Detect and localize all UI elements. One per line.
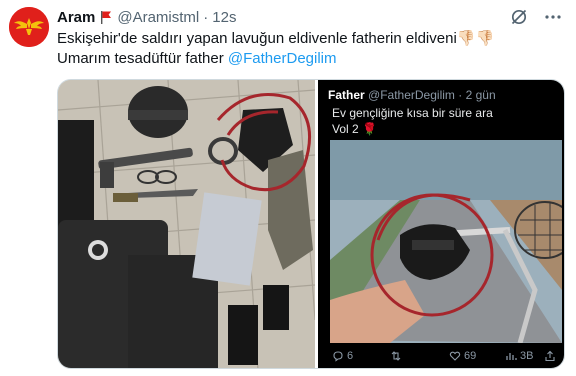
media-grid: Father @FatherDegilim · 2 gün Ev gençliğ… — [57, 79, 565, 369]
embedded-tweet-text: Ev gençliğine kısa bir süre ara Vol 2 🌹 — [332, 105, 532, 137]
mention-link[interactable]: @FatherDegilim — [228, 50, 337, 67]
embedded-like-action: 69 — [449, 350, 476, 362]
embedded-reply-action: 6 — [332, 350, 353, 362]
views-count: 3B — [520, 350, 534, 362]
tweet-text-line2: Umarım tesadüftür father @FatherDegilim — [57, 49, 562, 69]
timestamp[interactable]: 12s — [212, 9, 236, 26]
author-name[interactable]: Aram — [57, 9, 95, 26]
embedded-timestamp: 2 gün — [465, 88, 496, 102]
embedded-share-action — [544, 350, 556, 362]
red-flag-icon — [100, 10, 112, 24]
embedded-tweet-header: Father @FatherDegilim · 2 gün — [328, 88, 496, 102]
gear-photo-illustration — [58, 80, 315, 368]
tweet-text-line1: Eskişehir'de saldırı yapan lavuğun eldiv… — [57, 30, 495, 47]
reply-count: 6 — [347, 350, 354, 362]
more-options-icon[interactable] — [542, 6, 564, 28]
embedded-author-name: Father — [328, 88, 365, 102]
media-photo-screenshot[interactable]: Father @FatherDegilim · 2 gün Ev gençliğ… — [318, 80, 564, 368]
tweet-text: Eskişehir'de saldırı yapan lavuğun eldiv… — [57, 29, 562, 69]
tweet-header: Aram @Aramistml · 12s — [57, 7, 236, 27]
embedded-text-line1: Ev gençliğine kısa bir süre ara — [332, 106, 493, 120]
embedded-text-vol: Vol 2 — [332, 122, 359, 136]
retweet-icon — [391, 351, 401, 361]
header-actions — [508, 6, 564, 28]
like-count: 69 — [464, 350, 477, 362]
rose-emoji: 🌹 — [362, 122, 377, 136]
heart-icon — [449, 351, 461, 361]
share-icon — [545, 350, 555, 362]
embedded-retweet-action — [390, 350, 405, 362]
views-icon — [506, 353, 517, 360]
embedded-views-action: 3B — [505, 350, 533, 362]
bicycle-photo-illustration — [330, 140, 562, 343]
reply-icon — [333, 351, 343, 362]
embedded-separator-dot: · — [458, 88, 463, 102]
grok-icon[interactable] — [508, 6, 530, 28]
embedded-author-handle: @FatherDegilim — [368, 88, 455, 102]
embedded-text-line2: Vol 2 🌹 — [332, 121, 532, 137]
media-photo-gear[interactable] — [58, 80, 315, 368]
tweet-text-line2-prefix: Umarım tesadüftür father — [57, 50, 228, 67]
embedded-photo-bicycle — [330, 140, 562, 343]
embedded-tweet-actions: 6 69 3B — [318, 350, 564, 368]
avatar[interactable] — [9, 7, 49, 47]
separator-dot: · — [203, 8, 209, 26]
winged-emblem-icon — [9, 7, 49, 47]
author-handle[interactable]: @Aramistml — [117, 9, 199, 26]
